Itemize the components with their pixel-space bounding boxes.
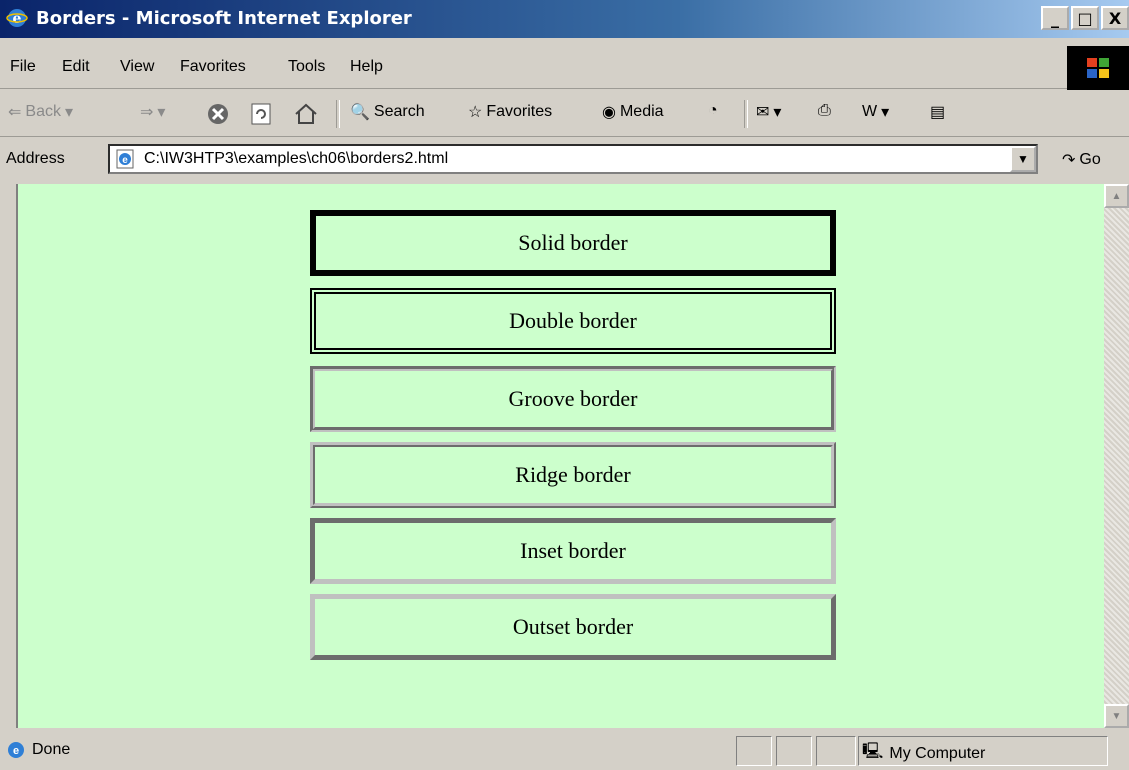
search-button[interactable]: 🔍 Search xyxy=(350,102,425,122)
solid-border-box: Solid border xyxy=(310,210,836,276)
menu-tools[interactable]: Tools xyxy=(288,58,325,76)
back-button[interactable]: ⇐ Back ▾ xyxy=(8,102,73,122)
favorites-button[interactable]: ☆ Favorites xyxy=(468,102,552,122)
double-border-box: Double border xyxy=(310,288,836,354)
menu-view[interactable]: View xyxy=(120,58,154,76)
address-label: Address xyxy=(6,150,65,167)
go-button[interactable]: ↷ Go xyxy=(1062,150,1101,170)
history-button[interactable]: ◔ xyxy=(708,102,718,120)
status-panel xyxy=(736,736,772,766)
address-dropdown-button[interactable]: ▼ xyxy=(1010,146,1036,172)
chevron-down-icon: ▼ xyxy=(1017,152,1029,166)
mail-button[interactable]: ✉ ▾ xyxy=(756,102,781,122)
mail-icon: ✉ xyxy=(756,104,770,121)
chevron-down-icon: ▾ xyxy=(157,104,166,121)
search-icon: 🔍 xyxy=(350,104,370,121)
svg-text:e: e xyxy=(122,155,128,166)
page-done-icon: e xyxy=(8,742,24,758)
menu-help[interactable]: Help xyxy=(350,58,383,76)
menu-file[interactable]: File xyxy=(10,58,36,76)
address-input[interactable]: e C:\IW3HTP3\examples\ch06\borders2.html xyxy=(108,144,1038,174)
outset-border-box: Outset border xyxy=(310,594,836,660)
status-bar: e Done 🖳 My Computer xyxy=(0,732,1129,770)
chevron-down-icon: ▾ xyxy=(881,104,890,121)
go-label: Go xyxy=(1079,151,1101,168)
edit-button[interactable]: W ▾ xyxy=(862,102,889,122)
vertical-scrollbar[interactable]: ▲ ▼ xyxy=(1104,184,1129,728)
my-computer-icon: 🖳 xyxy=(862,743,884,760)
chevron-down-icon: ▾ xyxy=(64,104,74,121)
history-icon: ◔ xyxy=(708,102,718,119)
menu-favorites[interactable]: Favorites xyxy=(180,58,246,76)
up-arrow-icon: ▲ xyxy=(1111,190,1122,202)
favorites-label: Favorites xyxy=(486,103,553,120)
toolbar: ⇐ Back ▾ ⇒ ▾ 🔍 Search ☆ Favorites ◉ Medi… xyxy=(0,92,1129,137)
down-arrow-icon: ▼ xyxy=(1111,710,1122,722)
internet-explorer-icon: e xyxy=(6,9,28,27)
media-label: Media xyxy=(619,103,664,120)
refresh-button[interactable] xyxy=(250,102,272,126)
media-icon: ◉ xyxy=(602,104,616,121)
stop-button[interactable] xyxy=(206,102,230,126)
security-zone: 🖳 My Computer xyxy=(862,740,985,767)
scroll-down-button[interactable]: ▼ xyxy=(1104,704,1129,728)
forward-arrow-icon: ⇒ xyxy=(140,104,154,121)
print-button[interactable]: ⎙ xyxy=(818,102,831,120)
chevron-down-icon: ▾ xyxy=(773,104,782,121)
favorites-icon: ☆ xyxy=(468,104,483,121)
scroll-up-button[interactable]: ▲ xyxy=(1104,184,1129,208)
svg-text:e: e xyxy=(13,745,19,757)
discuss-icon: ▤ xyxy=(930,104,946,121)
minimize-button[interactable]: _ xyxy=(1041,6,1069,30)
status-panel xyxy=(816,736,856,766)
zone-label: My Computer xyxy=(889,744,986,762)
inset-border-box: Inset border xyxy=(310,518,836,584)
discuss-button[interactable]: ▤ xyxy=(930,102,945,122)
close-button[interactable]: X xyxy=(1101,6,1129,30)
stop-icon xyxy=(208,104,228,124)
search-label: Search xyxy=(373,103,425,120)
window-title: Borders - Microsoft Internet Explorer xyxy=(36,8,412,29)
groove-border-box: Groove border xyxy=(310,366,836,432)
back-arrow-icon: ⇐ xyxy=(8,104,22,121)
home-icon xyxy=(295,103,317,124)
back-label: Back xyxy=(25,103,61,120)
forward-button[interactable]: ⇒ ▾ xyxy=(140,102,165,122)
media-button[interactable]: ◉ Media xyxy=(602,102,664,122)
browser-window: e Borders - Microsoft Internet Explorer … xyxy=(0,0,1129,770)
print-icon: ⎙ xyxy=(818,102,831,119)
windows-logo-icon xyxy=(1067,46,1129,90)
go-arrow-icon: ↷ xyxy=(1062,152,1076,169)
menu-bar: File Edit View Favorites Tools Help xyxy=(0,46,1129,89)
maximize-button[interactable]: □ xyxy=(1071,6,1099,30)
status-text: Done xyxy=(32,741,71,758)
word-icon: W xyxy=(862,103,878,120)
ridge-border-box: Ridge border xyxy=(310,442,836,508)
page-content: Solid border Double border Groove border… xyxy=(18,184,1104,728)
home-button[interactable] xyxy=(294,102,318,126)
address-bar: Address e C:\IW3HTP3\examples\ch06\borde… xyxy=(0,140,1129,180)
page-icon: e xyxy=(116,149,134,169)
title-bar[interactable]: e Borders - Microsoft Internet Explorer … xyxy=(0,0,1129,38)
left-frame xyxy=(0,184,18,728)
status-panel xyxy=(776,736,812,766)
menu-edit[interactable]: Edit xyxy=(62,58,90,76)
address-url: C:\IW3HTP3\examples\ch06\borders2.html xyxy=(144,150,449,167)
refresh-icon xyxy=(251,103,271,125)
